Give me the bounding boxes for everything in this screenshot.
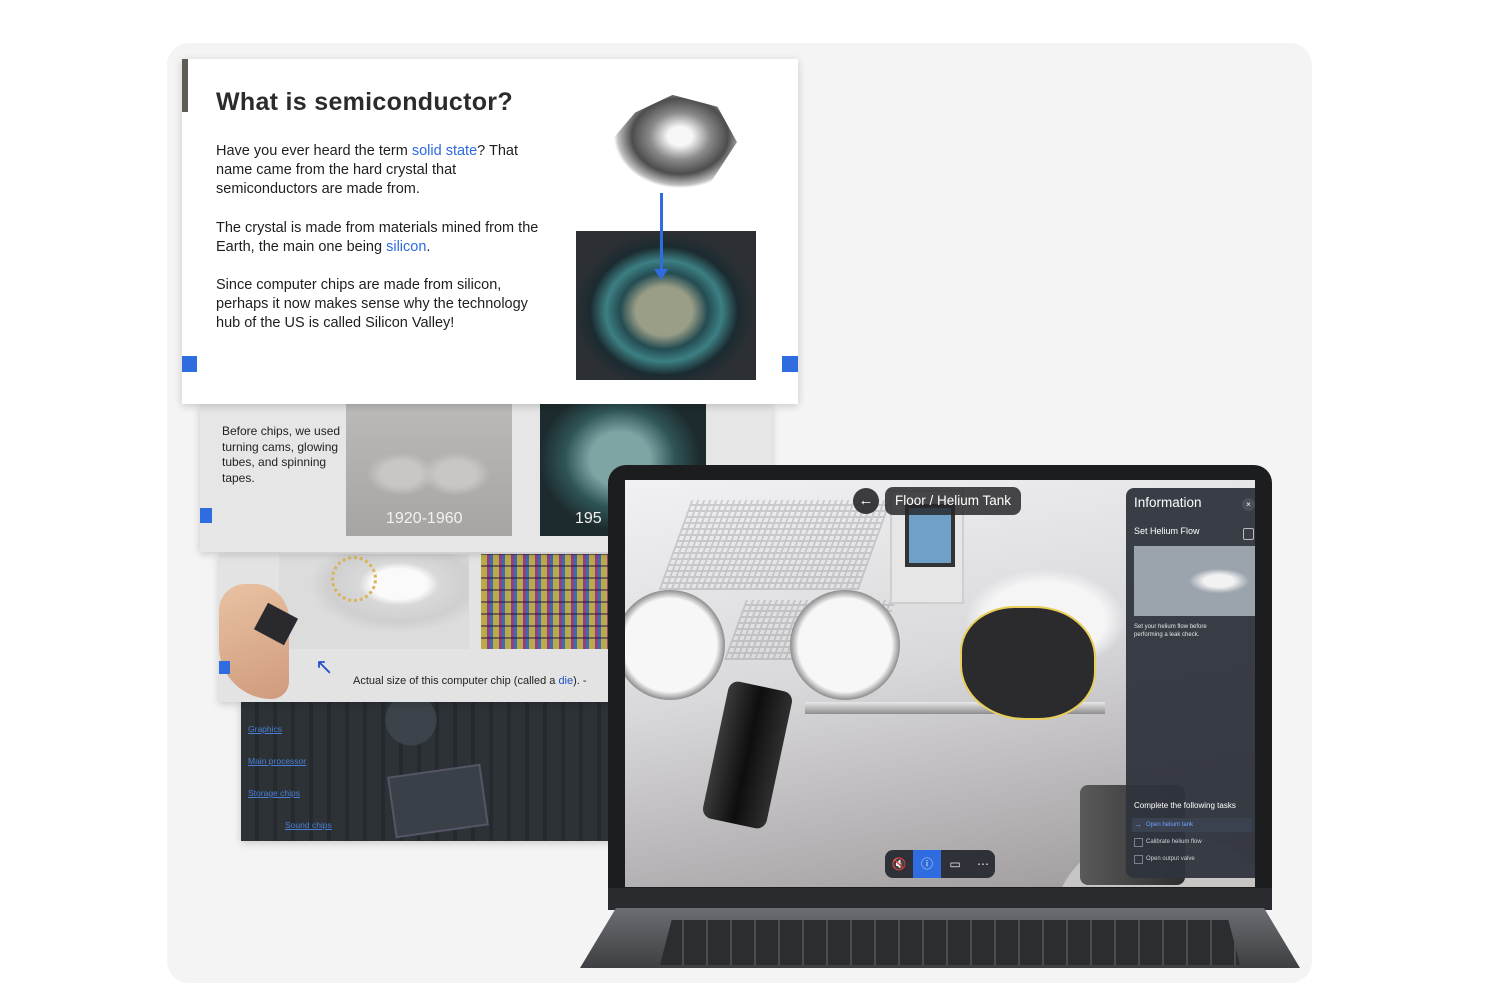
ceiling-vent [658, 500, 892, 590]
laptop-hinge [608, 888, 1272, 910]
slide-what-is-semiconductor: What is semiconductor? Have you ever hea… [182, 59, 798, 404]
close-icon: × [1246, 500, 1251, 509]
checkbox[interactable] [1134, 838, 1143, 847]
curved-arrow-icon: ↖ [315, 654, 334, 679]
checkbox[interactable] [1134, 855, 1143, 864]
mute-button[interactable]: 🔇 [885, 850, 913, 878]
led-ring [331, 556, 377, 602]
board-label-main-processor: Main processor [248, 756, 307, 766]
mute-icon: 🔇 [891, 857, 907, 871]
back-button[interactable]: ← [853, 488, 879, 514]
laptop-keyboard [660, 920, 1240, 965]
title-accent-bar [182, 59, 188, 112]
cpu-chip-image [576, 231, 756, 380]
helium-tank-valve-knob[interactable] [960, 606, 1096, 720]
regulator-body [701, 679, 794, 831]
slide-circuit-board: Graphics Main processor Storage chips So… [241, 700, 621, 841]
die-caption: Actual size of this computer chip (calle… [353, 675, 587, 687]
task-item[interactable]: → Open helium tank [1132, 818, 1252, 832]
screen-icon: ▭ [949, 857, 961, 871]
arrow-left-icon: ← [858, 492, 874, 509]
slide-title: What is semiconductor? [216, 88, 513, 116]
pressure-gauge-left [625, 590, 725, 700]
simulation-screen[interactable]: ← Floor / Helium Tank 🔇 ⓘ ▭ ⋯ Informatio… [625, 480, 1255, 887]
storage-chip-image [387, 763, 489, 839]
history-text: Before chips, we used turning cams, glow… [222, 424, 341, 485]
slide-marker-left [182, 356, 197, 372]
sim-toolbar: 🔇 ⓘ ▭ ⋯ [885, 850, 995, 878]
more-icon: ⋯ [977, 857, 989, 871]
task-item[interactable]: Calibrate helium flow [1132, 835, 1252, 849]
slide-marker [219, 661, 230, 674]
more-button[interactable]: ⋯ [969, 850, 997, 878]
paragraph-silicon: The crystal is made from materials mined… [216, 220, 539, 256]
board-label-sound-chips: Sound chips [285, 820, 332, 830]
keyword-silicon: silicon [386, 239, 427, 256]
slide-marker [200, 508, 212, 523]
information-panel: Information × Set Helium Flow Set your h… [1126, 488, 1255, 878]
year-label-chip: 195 [575, 510, 602, 527]
screen-button[interactable]: ▭ [941, 850, 969, 878]
breadcrumb: Floor / Helium Tank [885, 487, 1022, 515]
arrow-down-icon [660, 193, 663, 273]
information-title: Information [1134, 495, 1202, 510]
slide-marker-right [782, 356, 798, 372]
board-label-graphics: Graphics [248, 724, 283, 734]
info-icon: ⓘ [920, 857, 933, 871]
info-button[interactable]: ⓘ [913, 850, 941, 878]
bookmark-icon[interactable] [1243, 528, 1254, 540]
slide-chip-die: ↖ Actual size of this computer chip (cal… [219, 554, 619, 702]
step-description: Set your helium flow before performing a… [1134, 624, 1207, 638]
pressure-gauge-right [790, 590, 900, 700]
close-button[interactable]: × [1242, 498, 1255, 511]
task-item[interactable]: Open output valve [1132, 852, 1252, 866]
die-keyword: die [558, 675, 574, 687]
paragraph-silicon-valley: Since computer chips are made from silic… [216, 277, 528, 332]
board-label-storage-chips: Storage chips [248, 788, 300, 798]
arrow-right-icon: → [1134, 820, 1142, 829]
keyword-solid-state: solid state [411, 143, 478, 159]
tasks-title: Complete the following tasks [1134, 801, 1236, 810]
silicon-crystal-image [605, 94, 737, 202]
year-label-tubes: 1920-1960 [386, 510, 463, 527]
step-preview-image [1134, 546, 1255, 616]
paragraph-solid-state: Have you ever heard the term solid state… [216, 143, 519, 198]
step-title: Set Helium Flow [1134, 526, 1200, 536]
